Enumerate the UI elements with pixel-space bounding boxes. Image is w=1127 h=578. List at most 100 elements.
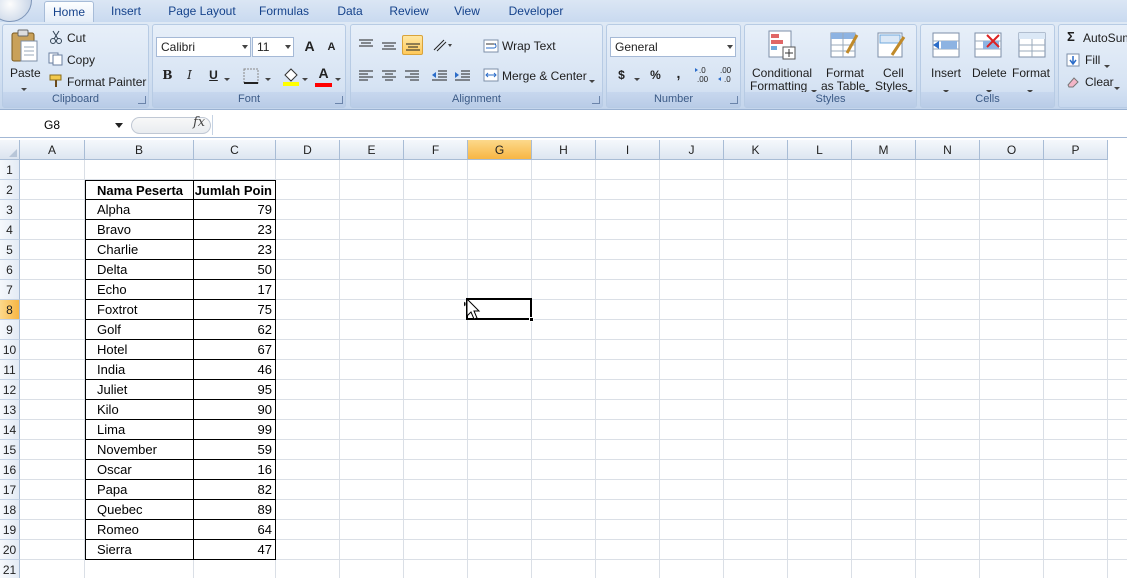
table-cell[interactable]: 23 xyxy=(194,220,276,240)
column-header-b[interactable]: B xyxy=(85,140,194,160)
column-header-o[interactable]: O xyxy=(980,140,1044,160)
fill-button[interactable]: Fill xyxy=(1085,53,1100,67)
underline-button[interactable]: U xyxy=(203,66,224,86)
comma-button[interactable]: , xyxy=(668,64,689,84)
tab-data[interactable]: Data xyxy=(330,1,370,22)
table-cell[interactable]: 47 xyxy=(194,540,276,560)
table-cell[interactable]: Foxtrot xyxy=(85,300,194,320)
font-color-button[interactable]: A xyxy=(313,64,334,84)
worksheet-grid[interactable]: ABCDEFGHIJKLMNOP 1 2 3 4 5 6 7 8 9 10 11 12 13 14 15 16… xyxy=(0,140,1127,578)
currency-dropdown-icon[interactable] xyxy=(634,72,640,86)
decrease-decimal-icon[interactable]: .00.0 xyxy=(717,65,737,85)
row-header-12[interactable]: 12 xyxy=(0,380,20,400)
table-cell[interactable]: 17 xyxy=(194,280,276,300)
insert-cells-button[interactable]: Insert xyxy=(931,66,961,80)
cell-styles-label[interactable]: Cell xyxy=(883,66,904,80)
row-header-8[interactable]: 8 xyxy=(0,300,20,320)
clipboard-launcher-icon[interactable] xyxy=(138,96,146,104)
align-left-icon[interactable] xyxy=(357,68,375,84)
autosum-button[interactable]: AutoSum xyxy=(1083,31,1127,45)
currency-button[interactable]: $ xyxy=(611,66,632,86)
tab-review[interactable]: Review xyxy=(386,1,432,22)
format-as-table-label-2[interactable]: as Table xyxy=(821,79,865,93)
clear-button[interactable]: Clear xyxy=(1085,75,1114,89)
table-cell[interactable]: Golf xyxy=(85,320,194,340)
table-header-cell[interactable]: Nama Peserta xyxy=(85,180,194,200)
table-cell[interactable]: Lima xyxy=(85,420,194,440)
font-size-combo[interactable]: 11 xyxy=(252,37,294,57)
row-header-13[interactable]: 13 xyxy=(0,400,20,420)
format-painter-button[interactable]: Format Painter xyxy=(67,75,146,89)
table-cell[interactable]: 59 xyxy=(194,440,276,460)
shrink-font-button[interactable]: A xyxy=(321,38,342,58)
cell-styles-icon[interactable] xyxy=(876,29,906,61)
table-cell[interactable]: Juliet xyxy=(85,380,194,400)
row-header-20[interactable]: 20 xyxy=(0,540,20,560)
row-header-17[interactable]: 17 xyxy=(0,480,20,500)
insert-cells-icon[interactable] xyxy=(931,29,961,61)
cell-styles-label-2[interactable]: Styles xyxy=(875,79,908,93)
row-header-3[interactable]: 3 xyxy=(0,200,20,220)
table-cell[interactable]: 99 xyxy=(194,420,276,440)
tab-page-layout[interactable]: Page Layout xyxy=(166,1,238,22)
column-header-f[interactable]: F xyxy=(404,140,468,160)
conditional-formatting-icon[interactable] xyxy=(767,29,797,61)
number-format-combo[interactable]: General xyxy=(610,37,736,57)
office-button[interactable] xyxy=(0,0,32,22)
table-cell[interactable]: 89 xyxy=(194,500,276,520)
fill-dropdown-icon[interactable] xyxy=(1104,59,1110,73)
fill-color-dropdown-icon[interactable] xyxy=(302,72,308,86)
row-header-14[interactable]: 14 xyxy=(0,420,20,440)
table-header-cell[interactable]: Jumlah Poin xyxy=(194,180,276,200)
row-header-4[interactable]: 4 xyxy=(0,220,20,240)
paste-icon[interactable] xyxy=(9,29,39,65)
chevron-down-icon[interactable] xyxy=(115,123,123,128)
table-cell[interactable]: India xyxy=(85,360,194,380)
delete-cells-button[interactable]: Delete xyxy=(972,66,1007,80)
column-header-k[interactable]: K xyxy=(724,140,788,160)
column-header-g[interactable]: G xyxy=(468,140,532,160)
select-all-button[interactable] xyxy=(0,140,20,160)
border-dropdown-icon[interactable] xyxy=(265,72,271,86)
row-header-15[interactable]: 15 xyxy=(0,440,20,460)
row-header-21[interactable]: 21 xyxy=(0,560,20,578)
border-icon[interactable] xyxy=(243,68,259,84)
bold-button[interactable]: B xyxy=(157,66,178,86)
tab-view[interactable]: View xyxy=(450,1,484,22)
row-header-11[interactable]: 11 xyxy=(0,360,20,380)
orientation-icon[interactable] xyxy=(431,37,455,53)
tab-formulas[interactable]: Formulas xyxy=(256,1,312,22)
wrap-text-button[interactable]: Wrap Text xyxy=(502,39,556,53)
table-cell[interactable]: 46 xyxy=(194,360,276,380)
alignment-launcher-icon[interactable] xyxy=(592,96,600,104)
align-right-icon[interactable] xyxy=(403,68,421,84)
align-center-icon[interactable] xyxy=(380,68,398,84)
tab-home[interactable]: Home xyxy=(44,1,94,22)
table-cell[interactable]: Bravo xyxy=(85,220,194,240)
name-box[interactable]: G8 xyxy=(0,115,125,135)
cut-button[interactable]: Cut xyxy=(67,31,86,45)
fill-handle[interactable] xyxy=(529,317,534,322)
table-cell[interactable]: 50 xyxy=(194,260,276,280)
formula-input[interactable] xyxy=(212,115,1127,135)
tab-developer[interactable]: Developer xyxy=(504,1,568,22)
font-color-dropdown-icon[interactable] xyxy=(335,72,341,86)
table-cell[interactable]: Quebec xyxy=(85,500,194,520)
merge-center-button[interactable]: Merge & Center xyxy=(502,69,587,83)
conditional-formatting-label[interactable]: Conditional xyxy=(752,66,812,80)
merge-dropdown-icon[interactable] xyxy=(589,74,595,88)
table-cell[interactable]: 67 xyxy=(194,340,276,360)
table-cell[interactable]: November xyxy=(85,440,194,460)
table-cell[interactable]: Hotel xyxy=(85,340,194,360)
table-cell[interactable]: Sierra xyxy=(85,540,194,560)
grow-font-button[interactable]: A xyxy=(299,37,320,57)
table-cell[interactable]: Alpha xyxy=(85,200,194,220)
column-header-i[interactable]: I xyxy=(596,140,660,160)
align-middle-icon[interactable] xyxy=(380,37,398,53)
decrease-indent-icon[interactable] xyxy=(430,68,448,84)
table-cell[interactable]: 64 xyxy=(194,520,276,540)
column-header-d[interactable]: D xyxy=(276,140,340,160)
column-header-e[interactable]: E xyxy=(340,140,404,160)
percent-button[interactable]: % xyxy=(645,66,666,86)
font-name-combo[interactable]: Calibri xyxy=(156,37,251,57)
